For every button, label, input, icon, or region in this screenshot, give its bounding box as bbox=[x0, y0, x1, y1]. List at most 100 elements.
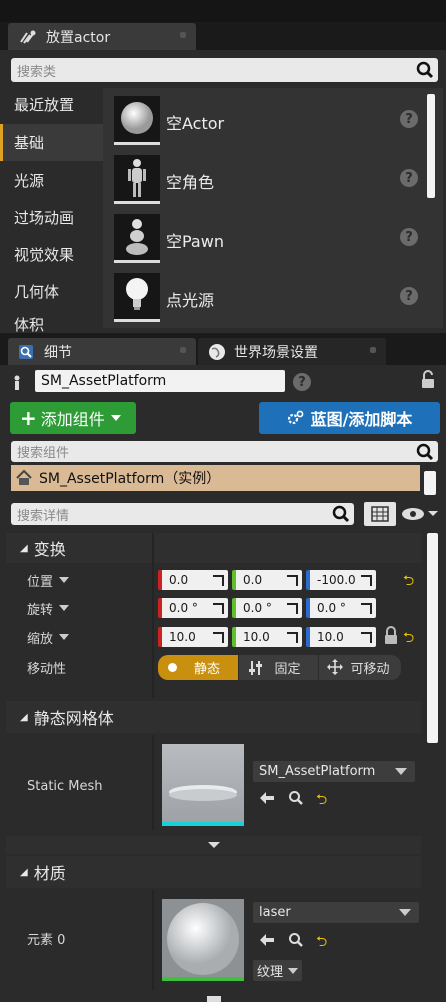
reset-scale-icon[interactable]: ⮌ bbox=[403, 627, 414, 651]
category-label: 体积 bbox=[14, 316, 45, 333]
scale-label[interactable]: 缩放 bbox=[27, 627, 147, 647]
components-scrollbar[interactable] bbox=[424, 471, 436, 495]
scale-x-field[interactable]: 10.0 bbox=[158, 627, 228, 647]
scale-z-field[interactable]: 10.0 bbox=[306, 627, 376, 647]
drag-corner-icon bbox=[287, 632, 298, 643]
rotation-y-field[interactable]: 0.0 ° bbox=[232, 598, 302, 618]
expand-more-indicator[interactable] bbox=[207, 996, 221, 1002]
texture-dropdown[interactable]: 纹理 bbox=[253, 960, 302, 981]
mobility-movable-option[interactable]: 可移动 bbox=[318, 655, 401, 680]
static-mesh-dropdown[interactable]: SM_AssetPlatform bbox=[253, 761, 415, 782]
items-scrollbar[interactable] bbox=[427, 94, 435, 198]
help-icon[interactable]: ? bbox=[293, 373, 311, 391]
help-icon[interactable]: ? bbox=[400, 287, 418, 305]
rotation-x-field[interactable]: 0.0 ° bbox=[158, 598, 228, 618]
actor-name-value: SM_AssetPlatform bbox=[41, 373, 167, 389]
category-volumes[interactable]: 体积 bbox=[0, 310, 103, 333]
tab-details[interactable]: 细节 bbox=[8, 338, 196, 365]
section-static-mesh[interactable]: ◢ 静态网格体 bbox=[6, 701, 421, 733]
category-cinematic[interactable]: 过场动画 bbox=[0, 199, 103, 236]
grid-view-button[interactable] bbox=[364, 502, 396, 526]
reset-material-icon[interactable]: ⮌ bbox=[316, 931, 327, 955]
help-icon[interactable]: ? bbox=[400, 110, 418, 128]
list-item-empty-character[interactable]: 空角色 ? bbox=[112, 155, 422, 211]
section-transform[interactable]: ◢ 变换 bbox=[6, 533, 421, 563]
add-component-button[interactable]: + 添加组件 bbox=[10, 402, 136, 434]
tab-pin-icon bbox=[370, 347, 376, 353]
light-bulb-thumbnail bbox=[114, 273, 160, 322]
category-lights[interactable]: 光源 bbox=[0, 162, 103, 199]
section-transform-title: 变换 bbox=[33, 540, 66, 559]
list-item-empty-actor[interactable]: 空Actor ? bbox=[112, 96, 422, 152]
location-label[interactable]: 位置 bbox=[27, 570, 147, 590]
material-thumbnail[interactable] bbox=[162, 899, 244, 981]
help-icon[interactable]: ? bbox=[400, 169, 418, 187]
category-geometry[interactable]: 几何体 bbox=[0, 273, 103, 310]
scale-y-field[interactable]: 10.0 bbox=[232, 627, 302, 647]
static-mesh-thumbnail[interactable] bbox=[162, 744, 244, 826]
drag-corner-icon bbox=[287, 575, 298, 586]
use-selected-arrow-icon[interactable] bbox=[259, 933, 275, 947]
search-details-input[interactable]: 搜索详情 bbox=[11, 503, 354, 525]
place-actor-icon bbox=[18, 29, 38, 45]
mobility-static-option[interactable]: 静态 bbox=[158, 655, 238, 680]
element-0-label: 元素 0 bbox=[27, 928, 147, 948]
rotation-label-text: 旋转 bbox=[27, 602, 54, 618]
location-y-field[interactable]: 0.0 bbox=[232, 570, 302, 590]
eye-visibility-button[interactable] bbox=[401, 506, 439, 522]
tab-world-settings[interactable]: 世界场景设置 bbox=[198, 338, 386, 365]
use-selected-arrow-icon[interactable] bbox=[259, 791, 275, 805]
chevron-down-icon bbox=[59, 634, 70, 640]
column-divider bbox=[152, 890, 154, 990]
collapse-triangle-icon: ◢ bbox=[20, 866, 28, 878]
tab-world-settings-label: 世界场景设置 bbox=[234, 344, 318, 361]
reset-static-mesh-icon[interactable]: ⮌ bbox=[316, 789, 327, 813]
browse-search-icon[interactable] bbox=[288, 790, 304, 806]
material-dropdown[interactable]: laser bbox=[253, 902, 419, 923]
category-recent[interactable]: 最近放置 bbox=[0, 86, 103, 123]
help-icon[interactable]: ? bbox=[400, 228, 418, 246]
section-materials[interactable]: ◢ 材质 bbox=[6, 856, 421, 888]
material-value: laser bbox=[259, 905, 291, 920]
search-icon bbox=[416, 61, 434, 79]
top-strip bbox=[0, 0, 446, 22]
search-classes-input[interactable]: 搜索类 bbox=[11, 58, 438, 82]
tab-place-actor[interactable]: 放置actor bbox=[8, 23, 196, 50]
scale-y-value: 10.0 bbox=[243, 630, 270, 644]
rotation-label[interactable]: 旋转 bbox=[27, 598, 147, 618]
location-x-field[interactable]: 0.0 bbox=[158, 570, 228, 590]
category-basic[interactable]: 基础 bbox=[0, 124, 103, 161]
category-visual-effects[interactable]: 视觉效果 bbox=[0, 236, 103, 273]
actor-name-input[interactable]: SM_AssetPlatform bbox=[35, 370, 285, 392]
list-item-empty-pawn[interactable]: 空Pawn ? bbox=[112, 214, 422, 270]
category-label: 最近放置 bbox=[14, 96, 75, 114]
location-z-field[interactable]: -100.0 bbox=[306, 570, 376, 590]
section-materials-title: 材质 bbox=[33, 864, 66, 883]
pawn-thumbnail bbox=[114, 214, 160, 263]
search-components-placeholder: 搜索组件 bbox=[17, 446, 70, 461]
list-item-point-light[interactable]: 点光源 ? bbox=[112, 273, 422, 329]
details-scrollbar[interactable] bbox=[427, 533, 438, 743]
component-instance-row[interactable]: SM_AssetPlatform（实例） bbox=[11, 465, 420, 491]
radio-dot-icon bbox=[168, 663, 177, 672]
reset-location-icon[interactable]: ⮌ bbox=[403, 570, 414, 594]
search-components-input[interactable]: 搜索组件 bbox=[11, 441, 438, 462]
mobility-toggle: 静态 固定 可移动 bbox=[158, 655, 401, 680]
scale-z-value: 10.0 bbox=[317, 630, 344, 644]
location-z-value: -100.0 bbox=[317, 573, 356, 587]
expand-more-bar[interactable] bbox=[6, 836, 421, 854]
tab-pin-icon bbox=[180, 347, 186, 353]
static-mesh-label: Static Mesh bbox=[27, 776, 147, 796]
mobility-static-label: 静态 bbox=[193, 662, 220, 677]
drag-corner-icon bbox=[361, 575, 372, 586]
mobility-stationary-option[interactable]: 固定 bbox=[238, 655, 318, 680]
scale-lock-icon[interactable] bbox=[384, 626, 398, 646]
drag-corner-icon bbox=[213, 603, 224, 614]
column-divider bbox=[152, 533, 154, 698]
scale-label-text: 缩放 bbox=[27, 631, 54, 647]
rotation-z-field[interactable]: 0.0 ° bbox=[306, 598, 376, 618]
plus-icon: + bbox=[20, 406, 37, 430]
lock-icon[interactable] bbox=[420, 370, 438, 390]
blueprint-add-script-button[interactable]: 蓝图/添加脚本 bbox=[259, 402, 440, 434]
browse-search-icon[interactable] bbox=[288, 932, 304, 948]
